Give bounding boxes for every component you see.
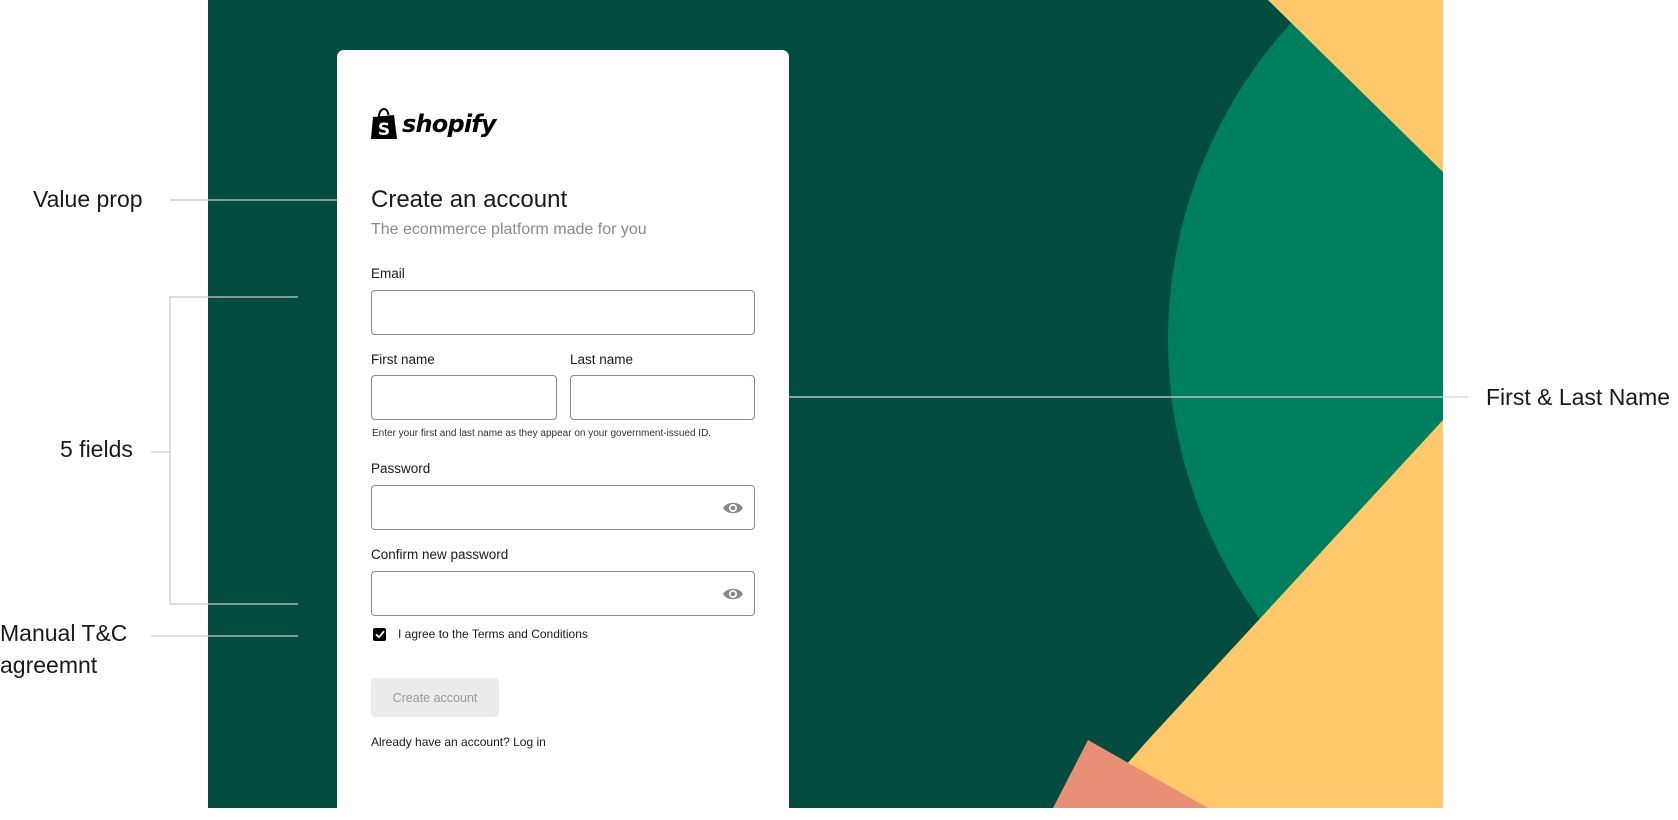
shopify-logo: S shopify: [370, 108, 497, 140]
login-prompt: Already have an account? Log in: [371, 735, 546, 749]
annotation-terms-line2: agreemnt: [0, 652, 98, 678]
annotation-name: First & Last Name: [1486, 384, 1671, 410]
confirm-password-label: Confirm new password: [371, 547, 509, 562]
eye-icon[interactable]: [722, 499, 744, 517]
terms-row: I agree to the Terms and Conditions: [373, 627, 588, 641]
confirm-password-field[interactable]: [371, 571, 755, 616]
first-name-label: First name: [371, 352, 435, 367]
annotation-value-prop: Value prop: [33, 186, 143, 212]
last-name-label: Last name: [570, 352, 634, 367]
login-prompt-text: Already have an account?: [371, 735, 510, 749]
last-name-field[interactable]: [570, 375, 755, 420]
first-name-field[interactable]: [371, 375, 557, 420]
annotation-terms-line1: Manual T&C: [0, 620, 128, 646]
eye-icon[interactable]: [722, 585, 744, 603]
page-title: Create an account: [371, 186, 568, 213]
login-link[interactable]: Log in: [513, 735, 546, 749]
svg-text:S: S: [378, 120, 390, 140]
signup-card: S shopify Create an account The ecommerc…: [337, 50, 789, 820]
email-label: Email: [371, 266, 405, 281]
password-label: Password: [371, 461, 431, 476]
password-field[interactable]: [371, 485, 755, 530]
annotation-fields: 5 fields: [60, 436, 133, 462]
terms-checkbox[interactable]: [373, 627, 386, 641]
page-subtitle: The ecommerce platform made for you: [371, 221, 647, 238]
fields-bracket: [169, 296, 298, 605]
shopify-bag-icon: S: [371, 108, 397, 140]
terms-label: I agree to the Terms and Conditions: [398, 627, 588, 641]
name-help-text: Enter your first and last name as they a…: [372, 428, 712, 439]
create-account-button[interactable]: Create account: [371, 678, 499, 717]
logo-wordmark: shopify: [402, 110, 497, 138]
email-field[interactable]: [371, 290, 755, 335]
checkmark-icon: [375, 630, 385, 638]
annotation-lines: [151, 199, 1468, 637]
